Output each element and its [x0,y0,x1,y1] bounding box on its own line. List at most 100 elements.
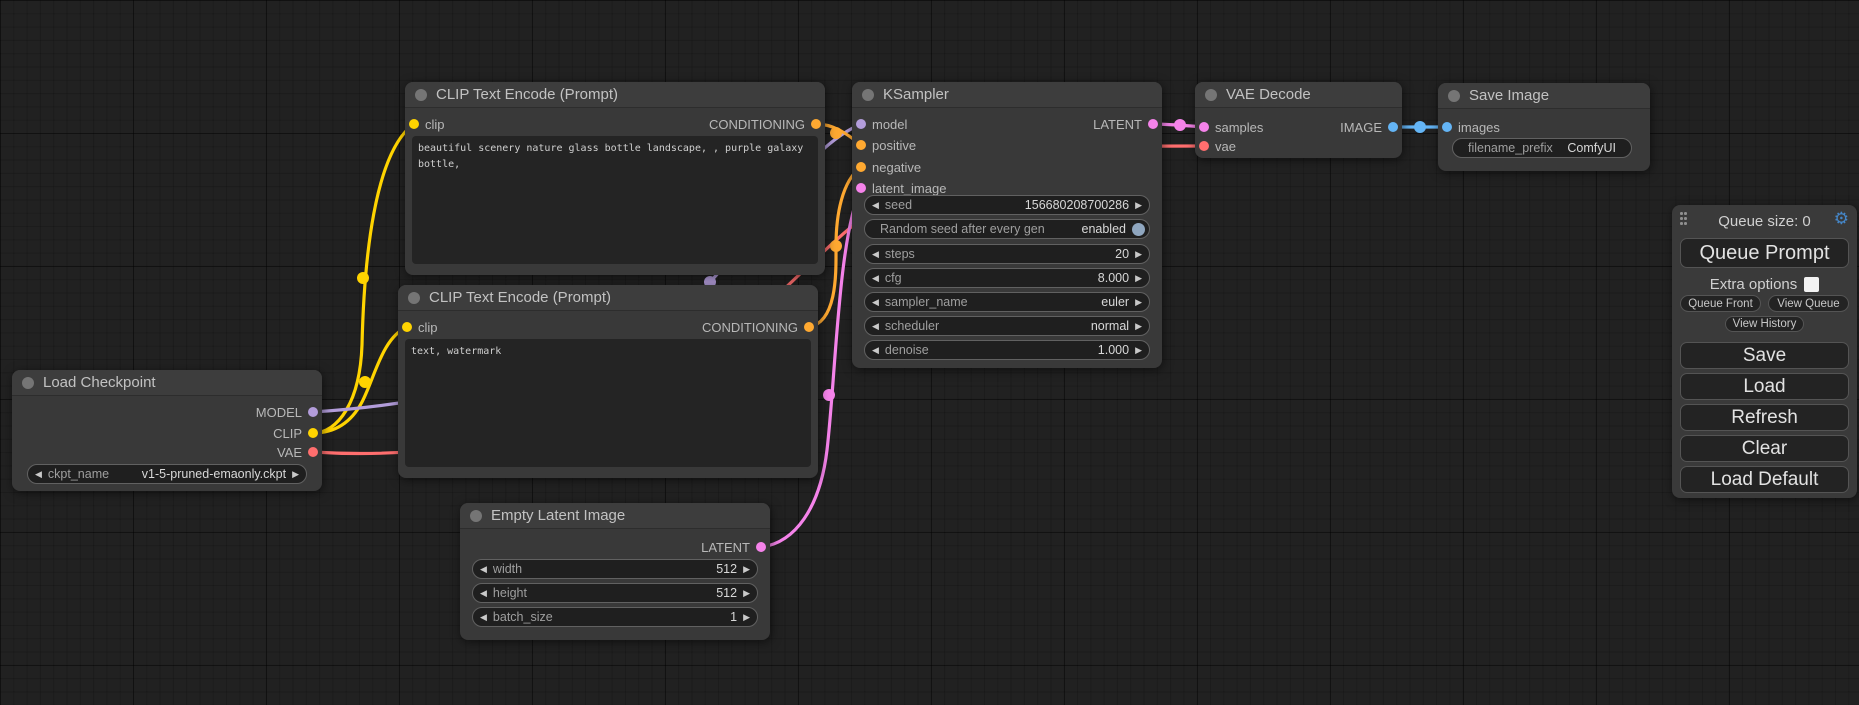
increment-arrow-icon[interactable]: ▶ [743,613,750,622]
node-title-bar[interactable]: VAE Decode [1195,82,1402,108]
decrement-arrow-icon[interactable]: ◀ [872,201,879,210]
node-title-bar[interactable]: Empty Latent Image [460,503,770,529]
widget-sampler-name[interactable]: ◀ sampler_name euler ▶ [864,292,1150,312]
latent-output-dot[interactable] [1148,119,1158,129]
increment-arrow-icon[interactable]: ▶ [1135,250,1142,259]
collapse-dot-icon[interactable] [1205,89,1217,101]
node-graph-canvas[interactable]: Load Checkpoint MODEL CLIP VAE ◀ ckpt_na… [0,0,1859,705]
increment-arrow-icon[interactable]: ▶ [743,565,750,574]
increment-arrow-icon[interactable]: ▶ [1135,274,1142,283]
node-save-image[interactable]: Save Image images filename_prefix ComfyU… [1438,83,1650,171]
conditioning-output-dot[interactable] [811,119,821,129]
input-slot-negative[interactable]: negative [856,157,921,177]
widget-denoise[interactable]: ◀ denoise 1.000 ▶ [864,340,1150,360]
collapse-dot-icon[interactable] [22,377,34,389]
decrement-arrow-icon[interactable]: ◀ [480,613,487,622]
increment-arrow-icon[interactable]: ▶ [292,470,299,479]
queue-front-button[interactable]: Queue Front [1680,295,1761,312]
input-slot-clip[interactable]: clip [402,317,438,337]
decrement-arrow-icon[interactable]: ◀ [872,250,879,259]
widget-height[interactable]: ◀ height 512 ▶ [472,583,758,603]
output-slot-clip[interactable]: CLIP [273,423,318,443]
latent-input-dot[interactable] [856,183,866,193]
decrement-arrow-icon[interactable]: ◀ [480,589,487,598]
queue-prompt-button[interactable]: Queue Prompt [1680,238,1849,268]
input-slot-positive[interactable]: positive [856,135,916,155]
widget-seed[interactable]: ◀ seed 156680208700286 ▶ [864,195,1150,215]
input-slot-model[interactable]: model [856,114,907,134]
latent-input-dot[interactable] [1199,122,1209,132]
clip-output-dot[interactable] [308,428,318,438]
collapse-dot-icon[interactable] [415,89,427,101]
increment-arrow-icon[interactable]: ▶ [743,589,750,598]
load-button[interactable]: Load [1680,373,1849,400]
increment-arrow-icon[interactable]: ▶ [1135,322,1142,331]
input-slot-images[interactable]: images [1442,117,1500,137]
node-title-bar[interactable]: CLIP Text Encode (Prompt) [398,285,818,311]
node-empty-latent-image[interactable]: Empty Latent Image LATENT ◀ width 512 ▶ … [460,503,770,640]
output-slot-vae[interactable]: VAE [277,442,318,462]
collapse-dot-icon[interactable] [1448,90,1460,102]
input-slot-vae[interactable]: vae [1199,136,1236,156]
node-title-bar[interactable]: Load Checkpoint [12,370,322,396]
node-clip-text-encode-positive[interactable]: CLIP Text Encode (Prompt) clip CONDITION… [405,82,825,275]
drag-handle-icon[interactable] [1680,212,1688,227]
decrement-arrow-icon[interactable]: ◀ [480,565,487,574]
gear-icon[interactable]: ⚙ [1834,209,1849,229]
node-load-checkpoint[interactable]: Load Checkpoint MODEL CLIP VAE ◀ ckpt_na… [12,370,322,491]
widget-random-seed-toggle[interactable]: Random seed after every gen enabled [864,219,1150,239]
negative-prompt-textarea[interactable]: text, watermark [405,339,811,467]
widget-ckpt-name[interactable]: ◀ ckpt_name v1-5-pruned-emaonly.ckpt ▶ [27,464,307,484]
increment-arrow-icon[interactable]: ▶ [1135,201,1142,210]
clip-input-dot[interactable] [409,119,419,129]
decrement-arrow-icon[interactable]: ◀ [872,322,879,331]
input-slot-clip[interactable]: clip [409,114,445,134]
collapse-dot-icon[interactable] [408,292,420,304]
widget-width[interactable]: ◀ width 512 ▶ [472,559,758,579]
widget-cfg[interactable]: ◀ cfg 8.000 ▶ [864,268,1150,288]
decrement-arrow-icon[interactable]: ◀ [35,470,42,479]
node-ksampler[interactable]: KSampler model positive negative latent_… [852,82,1162,368]
output-slot-model[interactable]: MODEL [256,402,318,422]
increment-arrow-icon[interactable]: ▶ [1135,346,1142,355]
load-default-button[interactable]: Load Default [1680,466,1849,493]
increment-arrow-icon[interactable]: ▶ [1135,298,1142,307]
output-slot-conditioning[interactable]: CONDITIONING [709,114,821,134]
input-slot-samples[interactable]: samples [1199,117,1263,137]
extra-options-checkbox[interactable] [1804,277,1819,292]
vae-output-dot[interactable] [308,447,318,457]
output-slot-conditioning[interactable]: CONDITIONING [702,317,814,337]
widget-steps[interactable]: ◀ steps 20 ▶ [864,244,1150,264]
widget-filename-prefix[interactable]: filename_prefix ComfyUI [1452,138,1632,158]
conditioning-input-dot[interactable] [856,162,866,172]
save-button[interactable]: Save [1680,342,1849,369]
model-input-dot[interactable] [856,119,866,129]
widget-scheduler[interactable]: ◀ scheduler normal ▶ [864,316,1150,336]
node-clip-text-encode-negative[interactable]: CLIP Text Encode (Prompt) clip CONDITION… [398,285,818,478]
clear-button[interactable]: Clear [1680,435,1849,462]
view-queue-button[interactable]: View Queue [1768,295,1849,312]
latent-output-dot[interactable] [756,542,766,552]
image-input-dot[interactable] [1442,122,1452,132]
image-output-dot[interactable] [1388,122,1398,132]
node-title-bar[interactable]: KSampler [852,82,1162,108]
decrement-arrow-icon[interactable]: ◀ [872,298,879,307]
output-slot-image[interactable]: IMAGE [1340,117,1398,137]
node-title-bar[interactable]: Save Image [1438,83,1650,109]
output-slot-latent[interactable]: LATENT [1093,114,1158,134]
vae-input-dot[interactable] [1199,141,1209,151]
conditioning-input-dot[interactable] [856,140,866,150]
model-output-dot[interactable] [308,407,318,417]
decrement-arrow-icon[interactable]: ◀ [872,346,879,355]
node-vae-decode[interactable]: VAE Decode samples vae IMAGE [1195,82,1402,158]
widget-batch-size[interactable]: ◀ batch_size 1 ▶ [472,607,758,627]
positive-prompt-textarea[interactable]: beautiful scenery nature glass bottle la… [412,136,818,264]
view-history-button[interactable]: View History [1725,316,1804,332]
toggle-knob-icon[interactable] [1132,223,1145,236]
collapse-dot-icon[interactable] [470,510,482,522]
queue-panel[interactable]: Queue size: 0 ⚙ Queue Prompt Extra optio… [1672,205,1857,498]
conditioning-output-dot[interactable] [804,322,814,332]
decrement-arrow-icon[interactable]: ◀ [872,274,879,283]
clip-input-dot[interactable] [402,322,412,332]
output-slot-latent[interactable]: LATENT [701,537,766,557]
